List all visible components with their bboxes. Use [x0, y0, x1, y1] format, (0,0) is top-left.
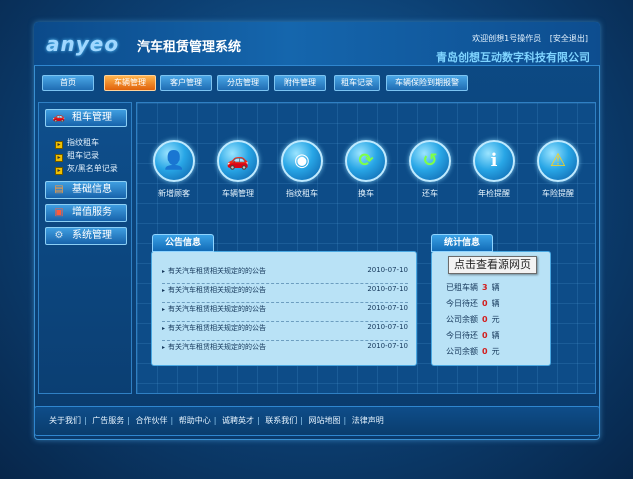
footer-link-help[interactable]: 帮助中心 — [179, 416, 211, 425]
tool-swap-car[interactable]: ⟳ 换车 — [340, 140, 392, 199]
database-icon: ▤ — [54, 184, 64, 195]
gear-icon: ⚙ — [54, 230, 64, 241]
nav-attachments[interactable]: 附件管理 — [274, 75, 326, 91]
tool-annual-inspection[interactable]: i 年检提醒 — [468, 140, 520, 199]
sub-item-label: 指纹租车 — [67, 138, 99, 147]
notice-panel-title: 公告信息 — [152, 234, 215, 252]
sidebar-item-label: 基础信息 — [72, 184, 112, 195]
header: anyeo 汽车租赁管理系统 欢迎创想1号操作员 [安全退出] 青岛创想互动数字… — [34, 22, 600, 66]
footer-link-legal[interactable]: 法律声明 — [352, 416, 384, 425]
top-nav: 首页 车辆管理 客户管理 分店管理 附件管理 租车记录 车辆保险到期报警 — [34, 70, 600, 96]
logout-link[interactable]: [安全退出] — [550, 34, 588, 43]
footer-link-jobs[interactable]: 诚聘英才 — [222, 416, 254, 425]
footer: 关于我们 | 广告服务 | 合作伙伴 | 帮助中心 | 诚聘英才 | 联系我们 | 网站地图… — [34, 406, 600, 436]
sub-item-label: 租车记录 — [67, 151, 99, 160]
header-links: 欢迎创想1号操作员 [安全退出] — [466, 33, 588, 44]
return-icon: ↺ — [409, 140, 451, 182]
tool-label: 车险提醒 — [542, 189, 574, 198]
list-item[interactable]: ▸ 有关汽车租赁相关规定的的公告 2010-07-10 — [162, 342, 408, 356]
footer-link-sitemap[interactable]: 网站地图 — [309, 416, 341, 425]
list-item[interactable]: ▸ 有关汽车租赁相关规定的的公告 2010-07-10 — [162, 304, 408, 322]
sidebar: 🚗 租车管理 ▸ 指纹租车 ▸ 租车记录 ▸ 灰/黑名单记录 ▤ 基础信息 ▣ 增值服… — [38, 102, 132, 394]
footer-link-partners[interactable]: 合作伙伴 — [136, 416, 168, 425]
tool-vehicle-management[interactable]: 🚗 车辆管理 — [212, 140, 264, 199]
notice-panel: ▸ 有关汽车租赁相关规定的的公告 2010-07-10 ▸ 有关汽车租赁相关规定的的… — [151, 251, 417, 366]
page-title: 汽车租赁管理系统 — [137, 40, 242, 55]
stat-row: 今日待还 0 辆 — [446, 331, 500, 340]
fingerprint-icon: ◉ — [281, 140, 323, 182]
footer-link-contact[interactable]: 联系我们 — [265, 416, 297, 425]
footer-link-ads[interactable]: 广告服务 — [92, 416, 124, 425]
sidebar-item-label: 增值服务 — [72, 207, 112, 218]
arrow-icon: ▸ — [55, 141, 63, 149]
tool-label: 新增顾客 — [158, 189, 190, 198]
sidebar-item-basic-info[interactable]: ▤ 基础信息 — [45, 181, 127, 199]
view-source-tooltip[interactable]: 点击查看源网页 — [448, 256, 537, 274]
stat-row: 今日待还 0 辆 — [446, 299, 500, 308]
sidebar-sub-fingerprint[interactable]: ▸ 指纹租车 — [55, 137, 99, 149]
nav-home[interactable]: 首页 — [42, 75, 94, 91]
sidebar-sub-blacklist[interactable]: ▸ 灰/黑名单记录 — [55, 163, 118, 175]
tool-return-car[interactable]: ↺ 还车 — [404, 140, 456, 199]
tool-new-customer[interactable]: 👤 新增顾客 — [148, 140, 200, 199]
user-icon: 👤 — [153, 140, 195, 182]
list-item[interactable]: ▸ 有关汽车租赁相关规定的的公告 2010-07-10 — [162, 323, 408, 341]
sidebar-sub-records[interactable]: ▸ 租车记录 — [55, 150, 99, 162]
swap-icon: ⟳ — [345, 140, 387, 182]
nav-customers[interactable]: 客户管理 — [160, 75, 212, 91]
stat-row: 公司余额 0 元 — [446, 315, 500, 324]
list-item[interactable]: ▸ 有关汽车租赁相关规定的的公告 2010-07-10 — [162, 266, 408, 284]
tool-label: 车辆管理 — [222, 189, 254, 198]
tool-fingerprint-rental[interactable]: ◉ 指纹租车 — [276, 140, 328, 199]
arrow-icon: ▸ — [55, 154, 63, 162]
welcome-text: 欢迎创想1号操作员 — [472, 34, 542, 43]
nav-vehicles[interactable]: 车辆管理 — [104, 75, 156, 91]
info-icon: i — [473, 140, 515, 182]
sub-item-label: 灰/黑名单记录 — [67, 164, 118, 173]
arrow-icon: ▸ — [55, 167, 63, 175]
company-name: 青岛创想互动数字科技有限公司 — [436, 51, 590, 64]
list-item[interactable]: ▸ 有关汽车租赁相关规定的的公告 2010-07-10 — [162, 285, 408, 303]
tool-label: 指纹租车 — [286, 189, 318, 198]
nav-insurance-alert[interactable]: 车辆保险到期报警 — [386, 75, 468, 91]
sidebar-item-label: 系统管理 — [72, 230, 112, 241]
nav-branches[interactable]: 分店管理 — [217, 75, 269, 91]
stats-panel-title: 统计信息 — [431, 234, 494, 252]
logo: anyeo — [46, 32, 120, 56]
stat-row: 已租车辆 3 辆 — [446, 283, 500, 292]
sidebar-item-label: 租车管理 — [72, 112, 112, 123]
car-icon: 🚗 — [217, 140, 259, 182]
nav-rental-records[interactable]: 租车记录 — [334, 75, 380, 91]
sidebar-item-value-added[interactable]: ▣ 增值服务 — [45, 204, 127, 222]
stat-row: 公司余额 0 元 — [446, 347, 500, 356]
car-icon: 🚗 — [52, 112, 66, 123]
warning-icon: ⚠ — [537, 140, 579, 182]
sidebar-item-rental[interactable]: 🚗 租车管理 — [45, 109, 127, 127]
gift-icon: ▣ — [54, 207, 64, 218]
sidebar-item-system[interactable]: ⚙ 系统管理 — [45, 227, 127, 245]
footer-link-about[interactable]: 关于我们 — [49, 416, 81, 425]
tool-label: 还车 — [422, 189, 438, 198]
tool-label: 换车 — [358, 189, 374, 198]
tool-insurance-reminder[interactable]: ⚠ 车险提醒 — [532, 140, 584, 199]
tool-label: 年检提醒 — [478, 189, 510, 198]
